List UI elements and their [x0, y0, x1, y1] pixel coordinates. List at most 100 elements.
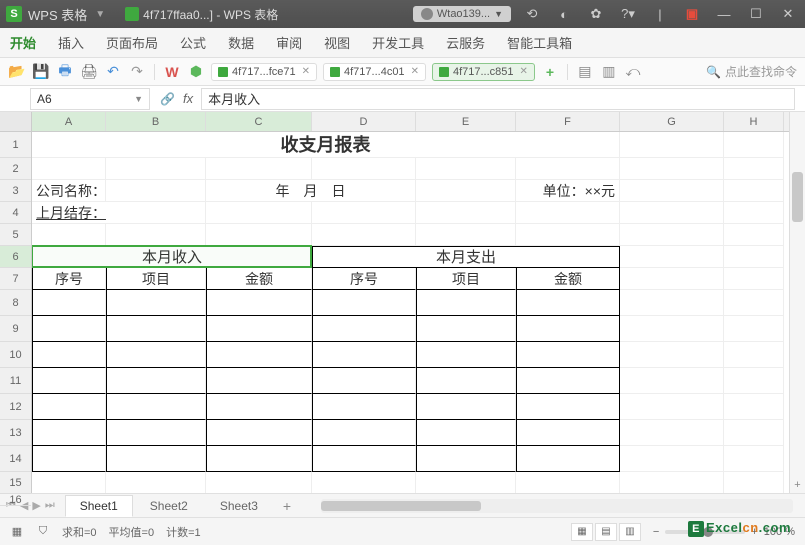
row-header[interactable]: 8: [0, 290, 31, 316]
cell[interactable]: [416, 342, 516, 368]
cell[interactable]: [516, 394, 620, 420]
row-header[interactable]: 2: [0, 158, 31, 180]
notification-icon[interactable]: ▣: [681, 5, 703, 23]
cell[interactable]: [724, 342, 784, 368]
view-page-button[interactable]: ▤: [595, 523, 617, 541]
cell[interactable]: [106, 158, 206, 180]
cell[interactable]: [312, 342, 416, 368]
layout-icon[interactable]: ▥: [600, 63, 618, 81]
scroll-plus-icon[interactable]: +: [790, 479, 805, 491]
cell-item[interactable]: 项目: [416, 268, 516, 290]
print-preview-icon[interactable]: 🖶: [56, 63, 74, 81]
tab-close-icon[interactable]: ✕: [411, 66, 419, 77]
cell-amount[interactable]: 金额: [206, 268, 312, 290]
cell[interactable]: [620, 224, 724, 246]
cell-title[interactable]: 收支月报表: [32, 132, 620, 158]
add-sheet-button[interactable]: +: [275, 495, 299, 517]
cell[interactable]: [106, 420, 206, 446]
help-icon[interactable]: ?▾: [617, 5, 639, 23]
cell[interactable]: [206, 202, 312, 224]
cell[interactable]: [416, 290, 516, 316]
cell[interactable]: [206, 290, 312, 316]
cell[interactable]: [32, 394, 106, 420]
row-header[interactable]: 4: [0, 202, 31, 224]
cell[interactable]: [312, 316, 416, 342]
cell[interactable]: [620, 446, 724, 472]
menu-insert[interactable]: 插入: [58, 33, 84, 52]
sheet-tab-1[interactable]: Sheet1: [65, 495, 133, 517]
cell[interactable]: [620, 420, 724, 446]
cell[interactable]: [32, 290, 106, 316]
undo-icon[interactable]: ↶: [104, 63, 122, 81]
cell[interactable]: [206, 446, 312, 472]
cell[interactable]: [516, 420, 620, 446]
print-icon[interactable]: 🖨: [80, 63, 98, 81]
col-header[interactable]: G: [620, 112, 724, 131]
cell[interactable]: [724, 224, 784, 246]
row-header[interactable]: 3: [0, 180, 31, 202]
cell[interactable]: [32, 316, 106, 342]
cell[interactable]: [416, 180, 516, 202]
protection-icon[interactable]: ⛉: [36, 525, 50, 539]
cell[interactable]: [106, 472, 206, 493]
cell[interactable]: [516, 472, 620, 493]
add-tab-icon[interactable]: +: [541, 63, 559, 81]
cell[interactable]: [620, 342, 724, 368]
cell[interactable]: [32, 342, 106, 368]
cell[interactable]: [206, 394, 312, 420]
cell[interactable]: [206, 342, 312, 368]
tab-nav-last-icon[interactable]: ⏭: [45, 499, 55, 512]
cell[interactable]: [32, 224, 106, 246]
tab-nav-next-icon[interactable]: ▶: [32, 499, 40, 512]
cell[interactable]: [724, 368, 784, 394]
cell[interactable]: [724, 290, 784, 316]
cell[interactable]: [724, 202, 784, 224]
cell[interactable]: [516, 446, 620, 472]
cell[interactable]: [516, 158, 620, 180]
horizontal-scrollbar[interactable]: [321, 499, 793, 513]
col-header[interactable]: A: [32, 112, 106, 131]
cell-seq[interactable]: 序号: [32, 268, 106, 290]
cell[interactable]: [620, 158, 724, 180]
cell[interactable]: [724, 394, 784, 420]
open-icon[interactable]: 📂: [8, 63, 26, 81]
cell[interactable]: [724, 132, 784, 158]
cell[interactable]: [106, 316, 206, 342]
row-header[interactable]: 11: [0, 368, 31, 394]
cell[interactable]: [416, 368, 516, 394]
docer-icon[interactable]: ⬢: [187, 63, 205, 81]
cell[interactable]: [724, 246, 784, 268]
cell[interactable]: [206, 420, 312, 446]
cell[interactable]: [312, 202, 416, 224]
row-header[interactable]: 14: [0, 446, 31, 472]
cell[interactable]: [206, 316, 312, 342]
cell[interactable]: [416, 158, 516, 180]
scroll-thumb[interactable]: [321, 501, 481, 511]
row-header[interactable]: 10: [0, 342, 31, 368]
menu-smart[interactable]: 智能工具箱: [507, 33, 572, 52]
tab-close-icon[interactable]: ✕: [302, 66, 310, 77]
cell[interactable]: [206, 224, 312, 246]
col-header[interactable]: D: [312, 112, 416, 131]
cell[interactable]: [416, 472, 516, 493]
menu-review[interactable]: 审阅: [276, 33, 302, 52]
format-icon[interactable]: ▤: [576, 63, 594, 81]
cell[interactable]: [620, 202, 724, 224]
cell[interactable]: [312, 420, 416, 446]
cell[interactable]: [416, 224, 516, 246]
cell-seq[interactable]: 序号: [312, 268, 416, 290]
cell[interactable]: [516, 368, 620, 394]
cell[interactable]: [32, 368, 106, 394]
formula-input[interactable]: 本月收入: [201, 88, 795, 110]
tab-close-icon[interactable]: ✕: [520, 66, 528, 77]
cell[interactable]: [416, 316, 516, 342]
cell-expense-header[interactable]: 本月支出: [312, 246, 620, 268]
cell[interactable]: [312, 224, 416, 246]
minimize-button[interactable]: —: [713, 5, 735, 23]
command-search[interactable]: 🔍点此查找命令: [706, 63, 797, 80]
cell[interactable]: [516, 202, 620, 224]
select-all-corner[interactable]: [0, 112, 31, 132]
zoom-out-button[interactable]: −: [653, 526, 659, 538]
cell[interactable]: [620, 290, 724, 316]
row-header[interactable]: 16: [0, 494, 31, 506]
